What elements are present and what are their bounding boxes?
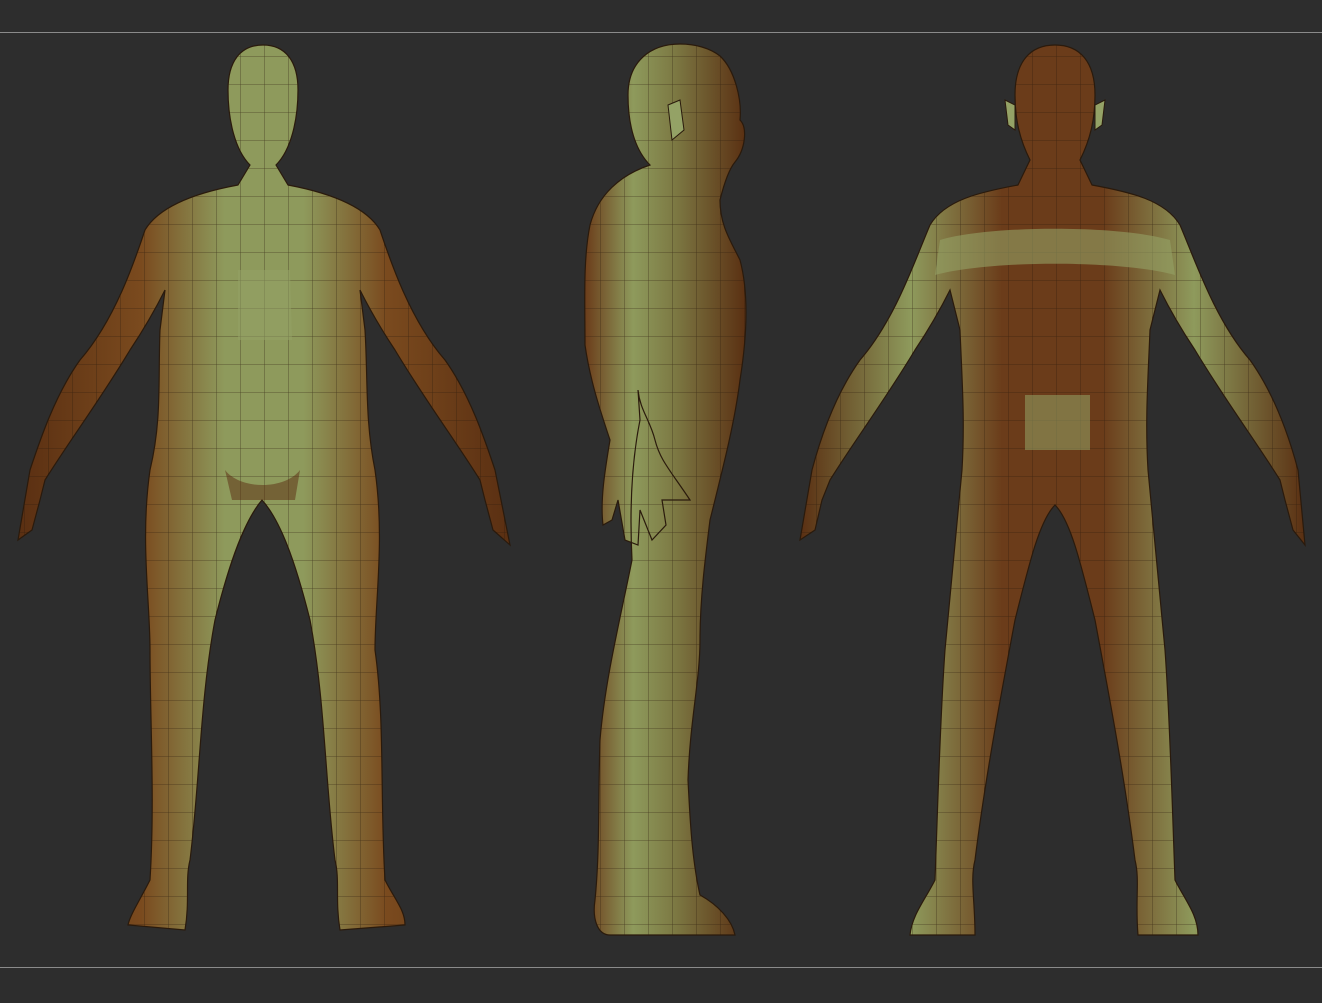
back-ear-left: [1004, 99, 1016, 131]
zbrush-viewport[interactable]: [0, 0, 1322, 1003]
model-front-view[interactable]: [17, 44, 511, 931]
back-lower-band: [1025, 395, 1090, 450]
model-canvas[interactable]: [0, 0, 1322, 1003]
back-wire-overlay: [800, 45, 1305, 935]
model-back-view[interactable]: [799, 44, 1306, 936]
model-side-view[interactable]: [584, 43, 747, 936]
side-wire-overlay: [584, 44, 746, 935]
back-ear-right: [1094, 99, 1106, 131]
front-chest-highlight: [238, 270, 292, 340]
